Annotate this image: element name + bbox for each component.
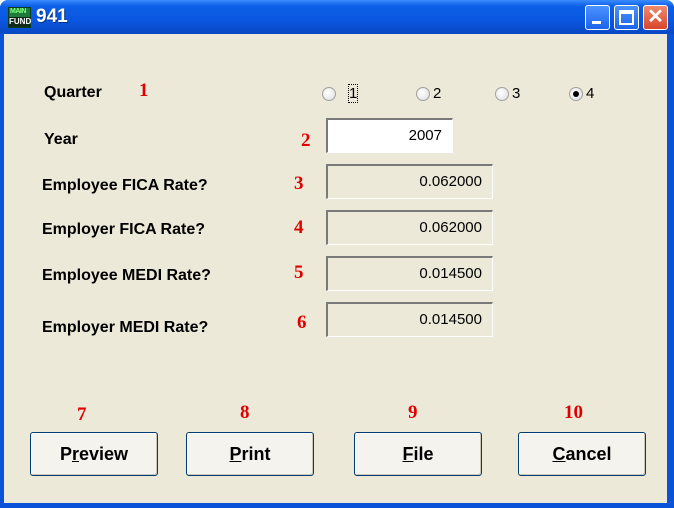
callout-4: 4 [294,217,304,238]
print-button[interactable]: Print [186,432,314,476]
print-button-label-post: rint [241,444,271,464]
employer-fica-rate-field[interactable]: 0.062000 [326,210,493,245]
cancel-button-accel: C [552,444,566,464]
preview-button-label-pre: P [59,444,72,464]
file-button[interactable]: File [354,432,482,476]
app-icon: MAIN FUND [8,7,31,28]
app-icon-text-bottom: FUND [9,17,32,27]
callout-7: 7 [77,404,87,425]
cancel-button[interactable]: Cancel [518,432,646,476]
app-icon-text-top: MAIN [10,8,26,15]
file-button-label-post: ile [413,444,434,464]
close-icon[interactable]: ✕ [643,5,668,30]
file-button-accel: F [402,444,414,464]
employer-fica-label: Employer FICA Rate? [42,221,205,238]
callout-1: 1 [139,80,149,101]
quarter-radio-3[interactable] [495,87,509,101]
preview-button-accel: r [71,444,79,464]
employee-fica-label: Employee FICA Rate? [42,177,208,194]
employee-medi-label: Employee MEDI Rate? [42,267,211,284]
callout-3: 3 [294,173,304,194]
cancel-button-label-post: ancel [565,444,612,464]
quarter-radio-4-label[interactable]: 4 [586,85,594,102]
title-bar[interactable]: MAIN FUND 941 ✕ [0,0,674,34]
quarter-radio-4[interactable] [569,87,583,101]
radio-selected-dot [573,91,579,97]
employee-medi-rate-field[interactable]: 0.014500 [326,256,493,291]
callout-6: 6 [297,312,307,333]
quarter-radio-1[interactable] [322,87,336,101]
year-input[interactable]: 2007 [326,118,453,153]
minimize-icon[interactable] [585,5,610,30]
employee-fica-rate-field[interactable]: 0.062000 [326,164,493,199]
quarter-radio-1-label[interactable]: 1 [347,84,359,103]
window-title: 941 [36,6,68,27]
callout-8: 8 [240,402,250,423]
close-glyph: ✕ [647,6,664,28]
dialog-body: Quarter 1 1 2 3 4 Year 2 2007 Employee F… [4,34,667,503]
maximize-icon[interactable] [614,5,639,30]
quarter-radio-2[interactable] [416,87,430,101]
callout-10: 10 [564,402,583,423]
callout-9: 9 [408,402,418,423]
preview-button[interactable]: Preview [30,432,158,476]
year-label: Year [44,131,78,148]
employer-medi-label: Employer MEDI Rate? [42,319,209,336]
quarter-label: Quarter [44,84,102,101]
callout-2: 2 [301,130,311,151]
quarter-radio-2-label[interactable]: 2 [433,85,441,102]
quarter-radio-3-label[interactable]: 3 [512,85,520,102]
employer-medi-rate-field[interactable]: 0.014500 [326,302,493,337]
callout-5: 5 [294,262,304,283]
preview-button-label-post: eview [78,444,129,464]
dialog-window: MAIN FUND 941 ✕ Quarter 1 1 2 3 4 Year 2… [0,0,674,508]
print-button-accel: P [229,444,242,464]
